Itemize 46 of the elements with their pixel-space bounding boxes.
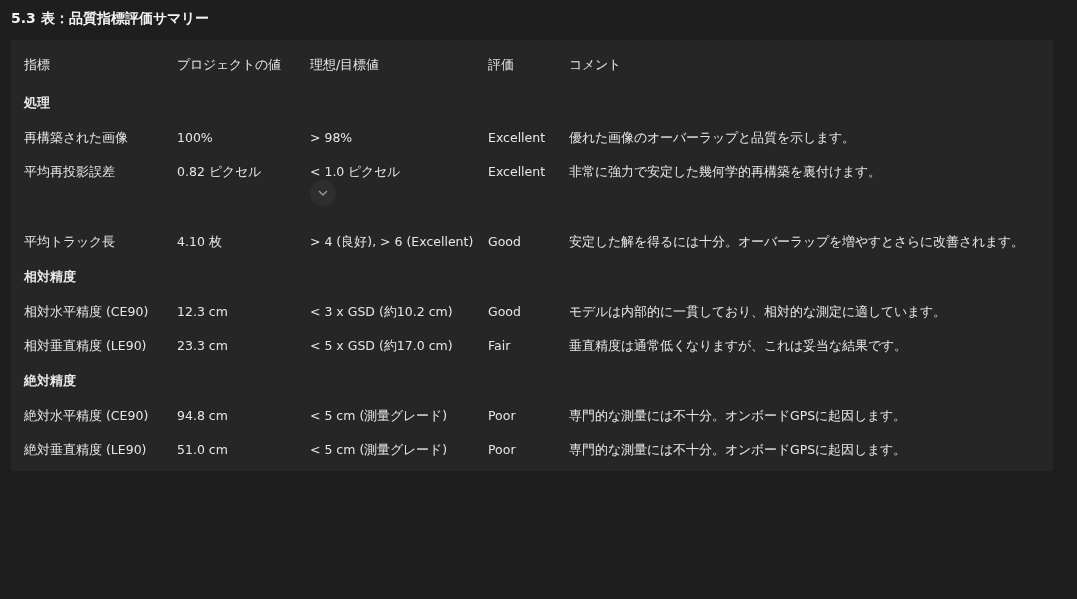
table-cell-text: 垂直精度は通常低くなりますが、これは妥当な結果です。 <box>569 337 908 355</box>
table-cell-text: Fair <box>488 337 512 355</box>
table-cell-text: 平均トラック長 <box>24 233 116 251</box>
table-cell-text: 相対垂直精度 (LE90) <box>24 337 148 355</box>
table-cell: < 1.0 ピクセル <box>310 164 401 179</box>
column-header: プロジェクトの値 <box>177 56 282 74</box>
table-cell: < 5 x GSD (約17.0 cm) <box>310 338 453 353</box>
chevron-down-icon <box>318 190 328 196</box>
column-header: コメント <box>569 56 622 74</box>
section-title: 相対精度 <box>24 268 77 286</box>
table-cell-text: Good <box>488 303 522 321</box>
table-cell-text: Good <box>488 233 522 251</box>
column-header: 指標 <box>24 56 51 74</box>
table-title: 5.3 表：品質指標評価サマリー <box>11 9 210 28</box>
table-cell-text: 再構築された画像 <box>24 129 129 147</box>
table-cell: > 98% <box>310 130 353 145</box>
section-title: 処理 <box>24 94 51 112</box>
table-cell-text: Poor <box>488 441 517 459</box>
table-cell-text: 専門的な測量には不十分。オンボードGPSに起因します。 <box>569 441 908 459</box>
table-cell-text: 100% <box>177 129 214 147</box>
table-cell: < 5 cm (測量グレード) <box>310 408 448 423</box>
table-cell-text: 優れた画像のオーバーラップと品質を示します。 <box>569 129 856 147</box>
table-cell-text: Excellent <box>488 163 547 181</box>
table-cell-text: Excellent <box>488 129 547 147</box>
table-cell-text: 絶対垂直精度 (LE90) <box>24 441 148 459</box>
table-cell: < 5 cm (測量グレード) <box>310 442 448 457</box>
table-cell-text: 4.10 枚 <box>177 233 223 251</box>
table-cell-text: 0.82 ピクセル <box>177 163 262 181</box>
table-cell-text: 安定した解を得るには十分。オーバーラップを増やすとさらに改善されます。 <box>569 233 1025 251</box>
table-cell-text: 23.3 cm <box>177 337 229 355</box>
table-cell-text: Poor <box>488 407 517 425</box>
table-cell: < 3 x GSD (約10.2 cm) <box>310 304 453 319</box>
table-cell-text: 専門的な測量には不十分。オンボードGPSに起因します。 <box>569 407 908 425</box>
table-cell: > 4 (良好), > 6 (Excellent) <box>310 234 474 249</box>
dropdown-button[interactable] <box>310 180 336 206</box>
table-cell-text: 平均再投影誤差 <box>24 163 116 181</box>
table-cell-text: 相対水平精度 (CE90) <box>24 303 150 321</box>
table-cell-text: モデルは内部的に一貫しており、相対的な測定に適しています。 <box>569 303 947 321</box>
column-header: 理想/目標値 <box>310 56 381 74</box>
column-header: 評価 <box>488 56 515 74</box>
table-cell-text: 絶対水平精度 (CE90) <box>24 407 150 425</box>
table-cell-text: 51.0 cm <box>177 441 229 459</box>
section-title: 絶対精度 <box>24 372 77 390</box>
table-cell-text: 非常に強力で安定した幾何学的再構築を裏付けます。 <box>569 163 882 181</box>
table-cell-text: 12.3 cm <box>177 303 229 321</box>
table-cell-text: 94.8 cm <box>177 407 229 425</box>
